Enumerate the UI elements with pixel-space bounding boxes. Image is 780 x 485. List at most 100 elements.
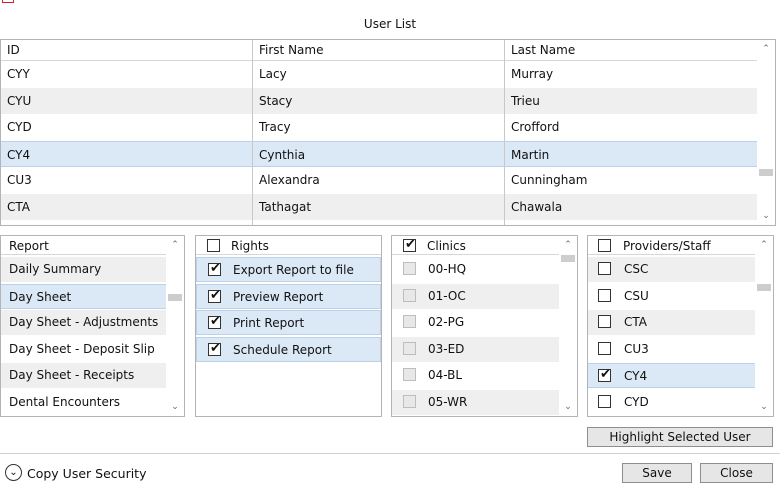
table-row[interactable]: CU3 Alexandra Cunningham bbox=[1, 167, 757, 194]
providers-list-item[interactable]: CU3 bbox=[588, 337, 755, 362]
chevron-down-icon[interactable]: ⌄ bbox=[757, 209, 775, 223]
check-icon: ✔ bbox=[210, 340, 221, 356]
report-scrollbar[interactable]: ⌃ ⌄ bbox=[166, 236, 184, 416]
scrollbar-thumb[interactable] bbox=[757, 284, 771, 291]
clinics-item-label: 04-BL bbox=[428, 368, 463, 382]
providers-item-label: CSU bbox=[624, 288, 649, 303]
clinics-list-item[interactable]: 00-HQ bbox=[392, 257, 559, 282]
chevron-down-circle-icon[interactable]: ⌄ bbox=[5, 464, 22, 481]
table-row[interactable]: CTA Tathagat Chawala bbox=[1, 193, 757, 220]
clinics-select-all-checkbox[interactable]: ✔ bbox=[403, 237, 416, 252]
copy-user-security-label[interactable]: Copy User Security bbox=[27, 466, 146, 481]
chevron-down-icon[interactable]: ⌄ bbox=[755, 400, 773, 414]
table-cell-first: Tracy bbox=[259, 120, 291, 134]
clinics-scrollbar[interactable]: ⌃ ⌄ bbox=[559, 236, 577, 416]
clinics-item-checkbox bbox=[403, 394, 416, 408]
app-icon bbox=[2, 0, 14, 3]
providers-item-checkbox[interactable] bbox=[598, 394, 611, 408]
providers-staff-list[interactable]: Providers/Staff CSC CSU CTA CU3 ✔ CY4 CYD ⌃ ⌄ bbox=[587, 235, 774, 417]
clinics-list[interactable]: ✔ Clinics 00-HQ 01-OC 02-PG 03-ED 04-BL 05-WR… bbox=[391, 235, 578, 417]
table-cell-last: Crofford bbox=[511, 120, 560, 134]
table-cell-id: CU3 bbox=[7, 173, 32, 187]
providers-item-checkbox[interactable] bbox=[598, 315, 611, 328]
chevron-up-icon[interactable]: ⌃ bbox=[757, 42, 775, 56]
table-cell-last: Cunningham bbox=[511, 173, 588, 187]
table-row[interactable]: CYU Stacy Trieu bbox=[1, 87, 757, 114]
clinics-item-label: 00-HQ bbox=[428, 262, 467, 276]
providers-list-header: Providers/Staff bbox=[588, 236, 755, 255]
clinics-list-item[interactable]: 01-OC bbox=[392, 283, 559, 309]
rights-list-item[interactable]: ✔ Preview Report bbox=[196, 283, 381, 309]
clinics-list-item[interactable]: 04-BL bbox=[392, 363, 559, 388]
report-list-item[interactable]: Day Sheet - Receipts bbox=[1, 363, 166, 388]
column-header-last-name[interactable]: Last Name bbox=[511, 43, 575, 57]
rights-select-all-checkbox[interactable] bbox=[207, 239, 220, 252]
rights-item-checkbox[interactable]: ✔ bbox=[208, 314, 221, 329]
providers-list-item[interactable]: ✔ CY4 bbox=[588, 363, 755, 388]
column-header-id[interactable]: ID bbox=[7, 43, 20, 57]
clinics-list-item[interactable]: 05-WR bbox=[392, 389, 559, 415]
rights-item-checkbox[interactable]: ✔ bbox=[208, 340, 221, 356]
clinics-list-item[interactable]: 02-PG bbox=[392, 310, 559, 335]
close-button[interactable]: Close bbox=[700, 463, 773, 483]
providers-item-checkbox[interactable] bbox=[598, 262, 611, 275]
rights-list[interactable]: Rights ✔ Export Report to file ✔ Preview Re… bbox=[195, 235, 382, 417]
user-grid-scrollbar[interactable]: ⌃ ⌄ bbox=[757, 40, 775, 225]
scrollbar-thumb[interactable] bbox=[759, 169, 773, 176]
clinics-item-label: 05-WR bbox=[428, 394, 468, 409]
clinics-item-label: 03-ED bbox=[428, 341, 465, 356]
providers-item-checkbox[interactable] bbox=[598, 341, 611, 355]
table-row[interactable]: CY4 Cynthia Martin bbox=[1, 140, 757, 167]
chevron-down-icon[interactable]: ⌄ bbox=[559, 400, 577, 414]
table-row[interactable]: CYD Tracy Crofford bbox=[1, 114, 757, 141]
report-list-item[interactable]: Dental Encounters bbox=[1, 390, 166, 415]
report-item-label: Daily Summary bbox=[9, 262, 102, 276]
clinics-item-checkbox bbox=[403, 368, 416, 381]
providers-item-label: CY4 bbox=[624, 369, 648, 383]
providers-list-item[interactable]: CTA bbox=[588, 310, 755, 335]
rights-list-item[interactable]: ✔ Export Report to file bbox=[196, 257, 381, 282]
providers-list-item[interactable]: CSC bbox=[588, 257, 755, 282]
check-icon: ✔ bbox=[210, 287, 221, 303]
rights-list-item[interactable]: ✔ Schedule Report bbox=[196, 336, 381, 362]
report-list-item[interactable]: Daily Summary bbox=[1, 257, 166, 282]
providers-list-item[interactable]: CSU bbox=[588, 284, 755, 309]
check-icon: ✔ bbox=[600, 367, 611, 382]
scrollbar-thumb[interactable] bbox=[561, 255, 575, 262]
rights-item-checkbox[interactable]: ✔ bbox=[208, 287, 221, 303]
report-item-label: Day Sheet - Adjustments bbox=[9, 315, 159, 329]
chevron-up-icon[interactable]: ⌃ bbox=[166, 238, 184, 252]
rights-item-label: Schedule Report bbox=[233, 342, 332, 357]
providers-item-checkbox[interactable] bbox=[598, 288, 611, 302]
rights-header-label: Rights bbox=[231, 239, 269, 253]
report-list-item[interactable]: Day Sheet - Deposit Slip bbox=[1, 337, 166, 362]
providers-scrollbar[interactable]: ⌃ ⌄ bbox=[755, 236, 773, 416]
scrollbar-thumb[interactable] bbox=[168, 294, 182, 301]
report-list-item[interactable]: Day Sheet - Adjustments bbox=[1, 310, 166, 335]
providers-list-item[interactable]: CYD bbox=[588, 390, 755, 415]
column-header-first-name[interactable]: First Name bbox=[259, 43, 323, 57]
providers-item-label: CYD bbox=[624, 394, 649, 409]
save-button[interactable]: Save bbox=[622, 463, 692, 483]
providers-select-all-checkbox[interactable] bbox=[598, 239, 611, 252]
column-divider bbox=[252, 40, 253, 225]
chevron-up-icon[interactable]: ⌃ bbox=[755, 238, 773, 252]
table-cell-first: Stacy bbox=[259, 93, 293, 108]
clinics-item-checkbox bbox=[403, 341, 416, 355]
rights-item-checkbox[interactable]: ✔ bbox=[208, 261, 221, 276]
table-cell-id: CTA bbox=[7, 199, 30, 214]
highlight-selected-user-button[interactable]: Highlight Selected User bbox=[587, 427, 773, 447]
report-list[interactable]: Report Daily Summary Day Sheet Day Sheet -… bbox=[0, 235, 185, 417]
rights-list-item[interactable]: ✔ Print Report bbox=[196, 310, 381, 335]
user-list-grid[interactable]: ID First Name Last Name CYY Lacy Murray CYU… bbox=[0, 39, 776, 226]
table-row[interactable]: CYY Lacy Murray bbox=[1, 61, 757, 88]
table-cell-id: CY4 bbox=[7, 147, 31, 162]
clinics-item-checkbox bbox=[403, 315, 416, 328]
clinics-list-item[interactable]: 03-ED bbox=[392, 336, 559, 362]
providers-item-checkbox[interactable]: ✔ bbox=[598, 367, 611, 382]
chevron-up-icon[interactable]: ⌃ bbox=[559, 238, 577, 252]
table-cell-first: Cynthia bbox=[259, 147, 306, 162]
user-list-title: User List bbox=[363, 17, 417, 31]
report-list-item[interactable]: Day Sheet bbox=[1, 283, 166, 309]
chevron-down-icon[interactable]: ⌄ bbox=[166, 400, 184, 414]
